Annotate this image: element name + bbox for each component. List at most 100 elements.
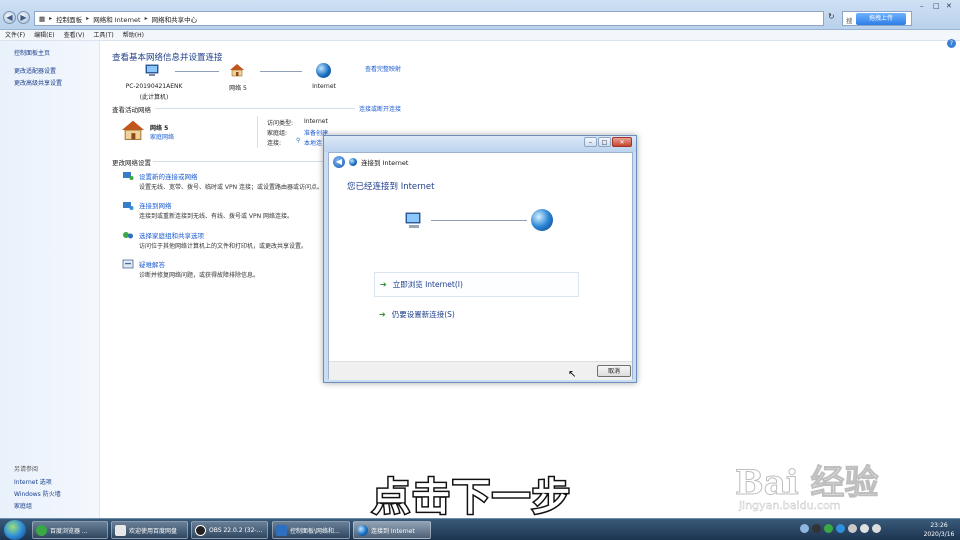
video-subtitle: 点击下一步 xyxy=(370,474,573,521)
menu-view[interactable]: 查看(V) xyxy=(64,30,85,40)
pc-name: PC-20190421AENK xyxy=(125,83,183,90)
tray-icon[interactable] xyxy=(824,524,833,533)
dialog-header: ◀ 连接到 Internet xyxy=(329,153,632,170)
pc-subtitle: (此计算机) xyxy=(139,94,169,101)
active-networks-title: 查看活动网络 xyxy=(112,106,151,114)
computer-icon xyxy=(145,64,159,76)
task-description: 访问位于其他网络计算机上的文件和打印机，或更改共享设置。 xyxy=(139,243,308,250)
taskbar-item-control-panel[interactable]: 控制面板\网络和... xyxy=(272,521,350,539)
mouse-cursor-icon: ↖ xyxy=(568,369,577,380)
tray-icon[interactable] xyxy=(812,524,821,533)
back-arrow-icon[interactable]: ◀ xyxy=(333,155,345,168)
browse-internet-option[interactable]: ➔ 立即浏览 Internet(I) xyxy=(374,272,579,297)
watermark-url: jingyan.baidu.com xyxy=(739,499,841,512)
link-home-network[interactable]: 家庭网络 xyxy=(150,132,174,141)
wired-connection-icon: ⚲ xyxy=(296,137,301,144)
home-network-icon xyxy=(230,64,244,77)
link-local-connection[interactable]: 本地连 xyxy=(304,138,322,147)
taskbar-item-label: 控制面板\网络和... xyxy=(290,527,340,535)
link-homegroup-sharing[interactable]: 选择家庭组和共享选项 xyxy=(139,230,204,240)
netdisk-icon xyxy=(115,524,126,536)
cancel-button[interactable]: 取消 xyxy=(597,365,631,377)
tray-icon[interactable] xyxy=(848,524,857,533)
active-network-name: 网络 5 xyxy=(150,125,169,132)
taskbar-item-label: OBS 22.0.2 (32-... xyxy=(209,526,263,534)
breadcrumb-network-internet[interactable]: 网络和 Internet xyxy=(93,14,140,24)
refresh-icon[interactable]: ↻ xyxy=(828,12,835,21)
control-panel-icon: ▦ xyxy=(39,14,46,23)
homegroup-label: 家庭组: xyxy=(267,130,288,137)
taskbar: 百度浏览器 ... 欢迎使用百度网盘 OBS 22.0.2 (32-... 控制… xyxy=(0,518,960,540)
globe-icon xyxy=(316,63,331,78)
taskbar-item-label: 欢迎使用百度网盘 xyxy=(129,527,178,535)
minimize-icon[interactable]: – xyxy=(584,137,597,147)
connection-line xyxy=(175,71,219,72)
tray-icon[interactable] xyxy=(836,524,845,533)
close-icon[interactable]: ✕ xyxy=(612,137,632,147)
link-control-panel-home[interactable]: 控制面板主页 xyxy=(14,48,50,57)
see-also-title: 另请参阅 xyxy=(14,466,39,473)
page-title: 查看基本网络信息并设置连接 xyxy=(112,53,223,63)
change-settings-title: 更改网络设置 xyxy=(112,159,151,167)
tray-icon[interactable] xyxy=(800,524,809,533)
baidu-watermark: Bai 经验 jingyan.baidu.com xyxy=(735,455,915,515)
breadcrumb-separator-icon: ▸ xyxy=(86,15,90,22)
link-homegroup[interactable]: 家庭组 xyxy=(14,501,32,510)
green-arrow-icon: ➔ xyxy=(380,280,387,289)
link-troubleshoot[interactable]: 疑难解答 xyxy=(139,259,165,269)
address-bar[interactable]: ▦ ▸ 控制面板 ▸ 网络和 Internet ▸ 网络和共享中心 xyxy=(34,11,824,26)
taskbar-item-obs[interactable]: OBS 22.0.2 (32-... xyxy=(191,521,268,539)
dialog-title-bar: – □ ✕ xyxy=(324,136,636,152)
obs-icon xyxy=(195,524,206,536)
menu-edit[interactable]: 编辑(E) xyxy=(34,30,54,40)
clock-date: 2020/3/16 xyxy=(923,531,955,538)
clock-time: 23:26 xyxy=(930,522,948,529)
volume-icon[interactable] xyxy=(872,524,881,533)
maximize-icon[interactable]: □ xyxy=(933,2,940,10)
connect-internet-dialog: – □ ✕ ◀ 连接到 Internet 您已经连接到 Internet ➔ 立… xyxy=(323,135,637,383)
taskbar-item-netdisk[interactable]: 欢迎使用百度网盘 xyxy=(111,521,188,539)
menu-tools[interactable]: 工具(T) xyxy=(93,30,113,40)
network-tray-icon[interactable] xyxy=(860,524,869,533)
homegroup-sharing-icon xyxy=(123,232,133,239)
breadcrumb-sharing-center[interactable]: 网络和共享中心 xyxy=(152,14,198,24)
left-pane: 控制面板主页 更改适配器设置 更改高级共享设置 另请参阅 Internet 选项… xyxy=(0,41,100,518)
task-description: 设置无线、宽带、拨号、临时或 VPN 连接；或设置路由器或访问点。 xyxy=(139,184,324,191)
system-tray xyxy=(800,524,881,533)
taskbar-clock[interactable]: 23:26 2020/3/16 xyxy=(918,521,960,539)
taskbar-item-connect-internet[interactable]: 连接到 Internet xyxy=(353,521,431,539)
connection-label: 连接: xyxy=(267,140,282,147)
link-connect-disconnect[interactable]: 连接或断开连接 xyxy=(359,104,401,113)
link-adapter-settings[interactable]: 更改适配器设置 xyxy=(14,66,56,75)
taskbar-item-browser[interactable]: 百度浏览器 ... xyxy=(32,521,108,539)
minimize-icon[interactable]: – xyxy=(920,2,924,10)
browser-icon xyxy=(36,524,47,536)
task-description: 诊断并修复网络问题，或获得故障排除信息。 xyxy=(139,272,260,279)
section-divider xyxy=(155,108,355,109)
new-connection-icon xyxy=(123,172,134,180)
menu-help[interactable]: 帮助(H) xyxy=(123,30,144,40)
link-full-map[interactable]: 查看完整映射 xyxy=(365,64,401,73)
link-internet-options[interactable]: Internet 选项 xyxy=(14,477,52,486)
close-icon[interactable]: ✕ xyxy=(946,2,952,10)
start-button-icon[interactable] xyxy=(4,520,26,540)
globe-icon xyxy=(357,524,368,536)
link-connect-network[interactable]: 连接到网络 xyxy=(139,200,172,210)
back-arrow-icon[interactable]: ◀ xyxy=(3,11,16,24)
control-panel-icon xyxy=(276,524,287,536)
link-windows-firewall[interactable]: Windows 防火墙 xyxy=(14,489,61,498)
setup-new-connection-option[interactable]: ➔ 仍要设置新连接(S) xyxy=(374,302,579,327)
forward-arrow-icon[interactable]: ▶ xyxy=(17,11,30,24)
link-setup-connection[interactable]: 设置新的连接或网络 xyxy=(139,171,198,181)
computer-icon xyxy=(405,212,421,228)
link-advanced-sharing[interactable]: 更改高级共享设置 xyxy=(14,78,62,87)
maximize-icon[interactable]: □ xyxy=(598,137,611,147)
task-description: 连接到或重新连接到无线、有线、拨号或 VPN 网络连接。 xyxy=(139,213,294,220)
menu-file[interactable]: 文件(F) xyxy=(5,30,25,40)
access-type-label: 访问类型: xyxy=(267,120,294,127)
dialog-title: 连接到 Internet xyxy=(361,158,409,167)
breadcrumb-control-panel[interactable]: 控制面板 xyxy=(56,14,82,24)
connect-network-icon xyxy=(123,202,134,210)
dialog-main-title: 您已经连接到 Internet xyxy=(347,182,435,192)
upload-button[interactable]: 拖拽上传 xyxy=(856,13,906,25)
